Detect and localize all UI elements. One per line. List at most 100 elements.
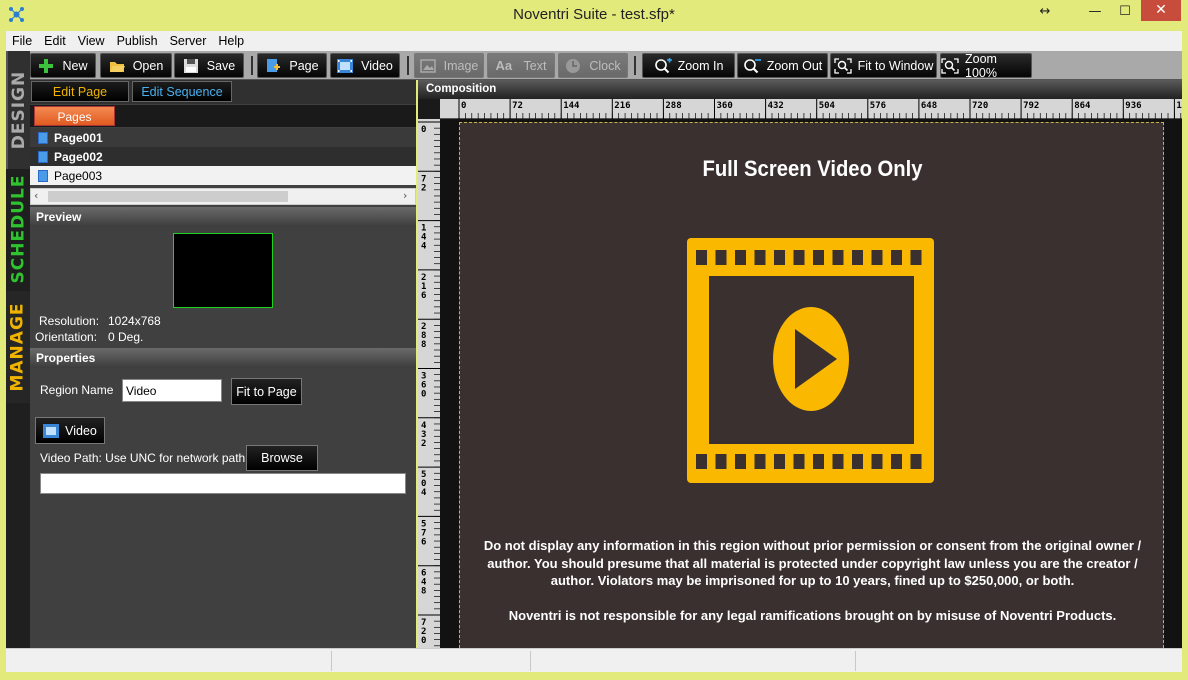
disclaimer-text: Do not display any information in this r… [483,538,1142,588]
menu-help[interactable]: Help [212,34,250,48]
menu-publish[interactable]: Publish [111,34,164,48]
edit-page-button[interactable]: Edit Page [31,81,129,102]
page-name: Page002 [54,149,103,164]
page-list-item-selected[interactable]: Page003 [30,166,416,185]
page-add-icon [265,58,281,74]
ruler-label: 360 [717,101,733,111]
ruler-label: 0 [461,101,466,111]
menu-view[interactable]: View [72,34,111,48]
title-bar: Noventri Suite - test.sfp* ↔ — ☐ ✕ [0,0,1188,30]
orientation-value: 0 Deg. [108,330,144,344]
scroll-thumb[interactable] [48,191,288,202]
fit-to-window-button[interactable]: Fit to Window [830,53,937,78]
video-button[interactable]: Video [330,53,400,78]
properties-header: Properties [30,348,416,368]
film-sprocket-hole [852,454,863,469]
film-sprocket-hole [813,250,824,265]
film-sprocket-hole [715,454,727,469]
save-button[interactable]: Save [174,53,244,78]
film-sprocket-hole [910,250,922,265]
page-label: Page [289,58,319,73]
text-icon: Aa [495,57,513,73]
tab-manage-label: MANAGE [8,302,28,392]
maximize-button[interactable]: ☐ [1110,0,1140,24]
toolbar-divider [634,56,636,75]
film-sprocket-hole [832,454,844,469]
film-sprocket-hole [891,454,902,469]
film-sprocket-hole [754,250,766,265]
status-divider [530,651,531,671]
toolbar-divider [407,56,409,75]
close-button[interactable]: ✕ [1141,0,1181,21]
ruler-label: 0 [421,390,426,400]
page-list-item[interactable]: Page002 [30,147,416,166]
menu-edit[interactable]: Edit [38,34,72,48]
plus-icon [38,58,54,74]
tab-schedule-label: SCHEDULE [8,174,29,284]
clock-button[interactable]: Clock [558,53,628,78]
ruler-label: 8 [421,340,426,350]
ruler-label: 0 [421,125,426,135]
horizontal-scrollbar[interactable]: ‹ › [30,188,416,205]
page-icon [38,131,48,144]
ruler-label: 1008 [1176,101,1182,111]
tab-design[interactable]: DESIGN [6,51,30,169]
text-button[interactable]: Aa Text [487,53,555,78]
page-list-item[interactable]: Page001 [30,128,416,147]
film-sprocket-hole [910,454,922,469]
left-ruler-ticks: 072144216288360432504576648720 [418,121,440,647]
zoom-100-button[interactable]: Zoom 100% [940,51,1032,80]
tab-schedule[interactable]: SCHEDULE [6,169,30,289]
scroll-left-icon[interactable]: ‹ [34,189,38,202]
pages-tab[interactable]: Pages [34,106,115,126]
ruler-label: 864 [1074,101,1091,111]
zoom-in-icon [654,57,672,74]
region-name-input[interactable] [122,379,222,402]
text-label: Text [523,58,547,73]
video-region[interactable]: Full Screen Video Only Do not display an… [459,122,1164,648]
fit-window-icon [833,57,852,74]
minimize-button[interactable]: — [1080,0,1110,24]
menu-file[interactable]: File [6,34,38,48]
menu-server[interactable]: Server [164,34,213,48]
browse-button[interactable]: Browse [246,445,318,471]
zoom-100-label: Zoom 100% [965,51,997,80]
film-sprocket-hole [793,454,805,469]
open-button[interactable]: Open [100,53,172,78]
ruler-label: 6 [421,537,426,547]
film-sprocket-hole [793,250,805,265]
resolution-label: Resolution: [39,314,100,328]
film-sprocket-hole [735,250,746,265]
zoom-out-button[interactable]: Zoom Out [737,53,828,78]
edit-mode-bar: Edit Page Edit Sequence [30,80,416,104]
new-label: New [62,58,88,73]
tab-design-label: DESIGN [9,70,30,150]
video-path-input[interactable] [40,473,406,494]
liability-text: Noventri is not responsible for any lega… [508,608,1117,623]
ruler-label: 648 [921,101,937,111]
ruler-label: 576 [870,101,886,111]
floppy-disk-icon [183,58,199,74]
fit-to-page-button[interactable]: Fit to Page [231,378,302,405]
orientation-label: Orientation: [35,330,98,344]
tab-manage[interactable]: MANAGE [6,291,30,403]
ruler-label: 0 [421,636,426,646]
video-source-button[interactable]: Video [35,417,105,444]
edit-sequence-button[interactable]: Edit Sequence [132,81,232,102]
composition-canvas-area: Full Screen Video Only Do not display an… [440,119,1182,648]
top-ruler-ticks: 0 72 144 216 288 360 432 504 576 648 720 792 864 936 1… [458,99,1182,119]
page-button[interactable]: Page [257,53,327,78]
zoom-in-button[interactable]: Zoom In [642,53,735,78]
film-sprocket-hole [871,454,883,469]
left-ruler: 072144216288360432504576648720 [418,119,440,648]
toolbar: New Open Save Page Video Image Aa Text C… [6,51,1182,80]
ruler-label: 2 [421,183,426,193]
resolution-value: 1024x768 [108,314,161,328]
pages-header: Pages [30,105,416,127]
image-icon [419,58,436,74]
new-button[interactable]: New [30,53,96,78]
image-button[interactable]: Image [414,53,484,78]
scroll-right-icon[interactable]: › [403,189,407,202]
video-path-label: Video Path: Use UNC for network path [40,451,246,465]
ruler-label: 4 [421,242,427,252]
